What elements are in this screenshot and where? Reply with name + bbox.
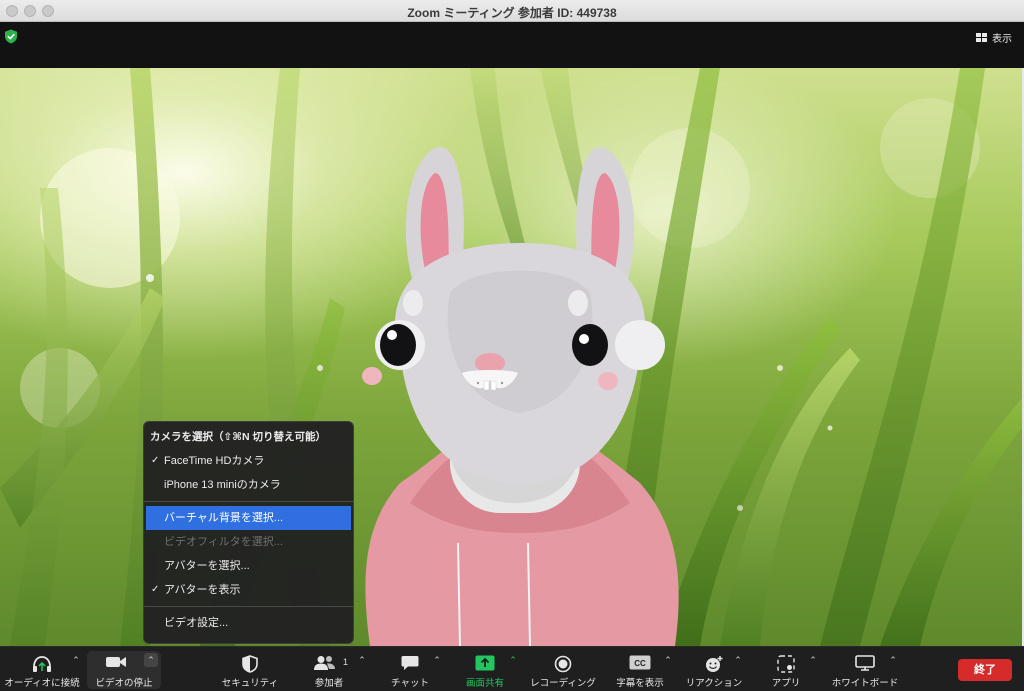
chat-bubble-icon bbox=[401, 656, 419, 670]
reaction-smiley-icon bbox=[706, 656, 723, 672]
camera-menu: カメラを選択（⇧⌘N 切り替え可能） ✓ FaceTime HDカメラ iPho… bbox=[143, 421, 354, 644]
bunny-avatar bbox=[362, 146, 679, 646]
camera-option-iphone[interactable]: iPhone 13 miniのカメラ bbox=[144, 473, 353, 497]
audio-options-caret-icon[interactable]: ⌃ bbox=[71, 655, 81, 665]
apps-button[interactable]: アプリ bbox=[760, 647, 812, 691]
zoom-window: Zoom ミーティング 参加者 ID: 449738 表示 カメラを選択（⇧⌘N… bbox=[0, 0, 1024, 691]
view-button[interactable]: 表示 bbox=[976, 28, 1012, 46]
whiteboard-icon bbox=[855, 655, 875, 671]
whiteboard-label: ホワイトボード bbox=[831, 678, 899, 689]
check-mark-icon: ✓ bbox=[151, 584, 160, 595]
share-screen-button[interactable]: 画面共有 bbox=[455, 647, 515, 691]
participants-options-caret-icon[interactable]: ⌃ bbox=[357, 655, 367, 665]
security-button[interactable]: セキュリティ bbox=[210, 647, 290, 691]
record-label: レコーディング bbox=[530, 678, 596, 689]
closed-captions-icon: CC bbox=[629, 655, 651, 670]
record-button[interactable]: レコーディング bbox=[526, 647, 600, 691]
camera-menu-header: カメラを選択（⇧⌘N 切り替え可能） bbox=[150, 431, 327, 443]
check-mark-icon: ✓ bbox=[151, 455, 160, 466]
captions-options-caret-icon[interactable]: ⌃ bbox=[663, 655, 673, 665]
participants-count: 1 bbox=[343, 657, 349, 667]
captions-button[interactable]: CC 字幕を表示 bbox=[610, 647, 670, 691]
chat-button[interactable]: チャット bbox=[380, 647, 440, 691]
participants-icon bbox=[314, 656, 335, 670]
join-audio-button[interactable]: オーディオに接続 bbox=[2, 647, 82, 691]
whiteboard-button[interactable]: ホワイトボード bbox=[825, 647, 905, 691]
grid-view-icon bbox=[976, 32, 987, 42]
window-title: Zoom ミーティング 参加者 ID: 449738 bbox=[407, 6, 617, 20]
participants-label: 参加者 bbox=[314, 678, 344, 689]
stop-video-label: ビデオの停止 bbox=[95, 678, 153, 689]
reactions-label: リアクション bbox=[685, 678, 743, 689]
captions-label: 字幕を表示 bbox=[616, 678, 664, 689]
camera-option-facetime[interactable]: ✓ FaceTime HDカメラ bbox=[144, 449, 353, 473]
chat-options-caret-icon[interactable]: ⌃ bbox=[432, 655, 442, 665]
title-bar: Zoom ミーティング 参加者 ID: 449738 bbox=[0, 0, 1024, 22]
headphones-icon bbox=[33, 656, 51, 672]
whiteboard-options-caret-icon[interactable]: ⌃ bbox=[888, 655, 898, 665]
share-options-caret-icon[interactable]: ⌃ bbox=[508, 655, 518, 665]
video-settings-menu-item[interactable]: ビデオ設定... bbox=[144, 611, 353, 635]
apps-options-caret-icon[interactable]: ⌃ bbox=[808, 655, 818, 665]
apps-icon bbox=[777, 655, 795, 673]
select-avatar-menu-item[interactable]: アバターを選択... bbox=[144, 554, 353, 578]
video-camera-icon bbox=[106, 657, 126, 667]
camera-option-label: iPhone 13 miniのカメラ bbox=[164, 479, 281, 491]
captions-icon-text: CC bbox=[634, 659, 646, 668]
reactions-button[interactable]: リアクション bbox=[682, 647, 746, 691]
video-filter-menu-item: ビデオフィルタを選択... bbox=[164, 536, 283, 548]
video-options-caret-icon[interactable]: ⌃ bbox=[146, 655, 156, 665]
view-label: 表示 bbox=[992, 33, 1012, 45]
participants-button[interactable]: 1 参加者 bbox=[300, 647, 358, 691]
security-shield-icon bbox=[242, 655, 258, 673]
end-meeting-button[interactable]: 終了 bbox=[958, 659, 1012, 681]
show-avatar-menu-item[interactable]: ✓ アバターを表示 bbox=[144, 578, 353, 602]
reactions-options-caret-icon[interactable]: ⌃ bbox=[733, 655, 743, 665]
show-avatar-label: アバターを表示 bbox=[164, 584, 241, 596]
record-icon bbox=[554, 655, 572, 673]
meeting-toolbar: オーディオに接続 ⌃ ビデオの停止 ⌃ セキュリティ 1 参加者 ⌃ チャット … bbox=[0, 646, 1024, 691]
menu-divider bbox=[144, 606, 353, 607]
chat-label: チャット bbox=[391, 678, 429, 689]
camera-option-label: FaceTime HDカメラ bbox=[164, 455, 265, 467]
virtual-background-menu-item[interactable]: バーチャル背景を選択... bbox=[146, 506, 351, 530]
share-screen-label: 画面共有 bbox=[465, 678, 504, 689]
meeting-top-bar: 表示 bbox=[0, 22, 1024, 68]
share-screen-icon bbox=[475, 655, 495, 671]
join-audio-label: オーディオに接続 bbox=[4, 678, 80, 689]
menu-divider bbox=[144, 501, 353, 502]
encryption-shield-icon[interactable] bbox=[4, 29, 18, 44]
security-label: セキュリティ bbox=[221, 678, 279, 689]
apps-label: アプリ bbox=[771, 678, 801, 689]
